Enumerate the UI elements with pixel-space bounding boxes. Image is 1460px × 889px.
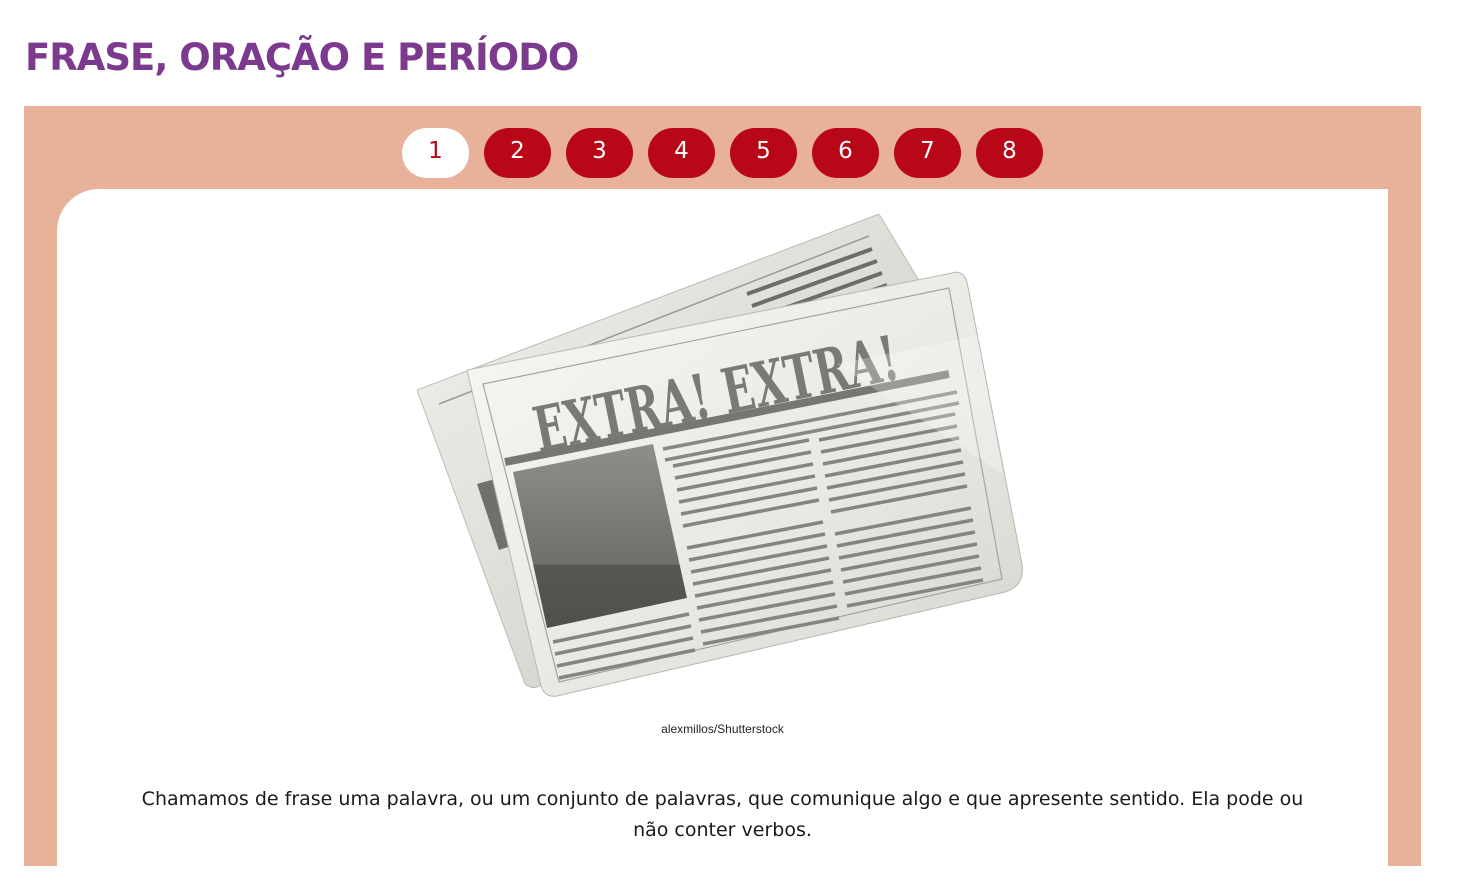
newspaper-illustration: EXTRA! EXTRA! [417,214,1023,697]
slide-pager: 1 2 3 4 5 6 7 8 [402,128,1043,178]
page-button-3[interactable]: 3 [566,128,633,178]
lesson-paragraph: Chamamos de frase uma palavra, ou um con… [141,788,1304,841]
page-title: FRASE, ORAÇÃO E PERÍODO [25,36,579,79]
page-button-7[interactable]: 7 [894,128,961,178]
page-button-2[interactable]: 2 [484,128,551,178]
page-button-5[interactable]: 5 [730,128,797,178]
page-button-1[interactable]: 1 [402,128,469,178]
page-button-4[interactable]: 4 [648,128,715,178]
front-newspaper: EXTRA! EXTRA! [466,271,1023,697]
page-button-6[interactable]: 6 [812,128,879,178]
page-button-8[interactable]: 8 [976,128,1043,178]
image-credit: alexmillos/Shutterstock [661,722,784,736]
slide-panel: 1 2 3 4 5 6 7 8 EXTRA! EXTRA! alexmillos… [24,106,1421,889]
content-card: EXTRA! EXTRA! alexmillos/Shutterstock Ch… [57,189,1388,889]
